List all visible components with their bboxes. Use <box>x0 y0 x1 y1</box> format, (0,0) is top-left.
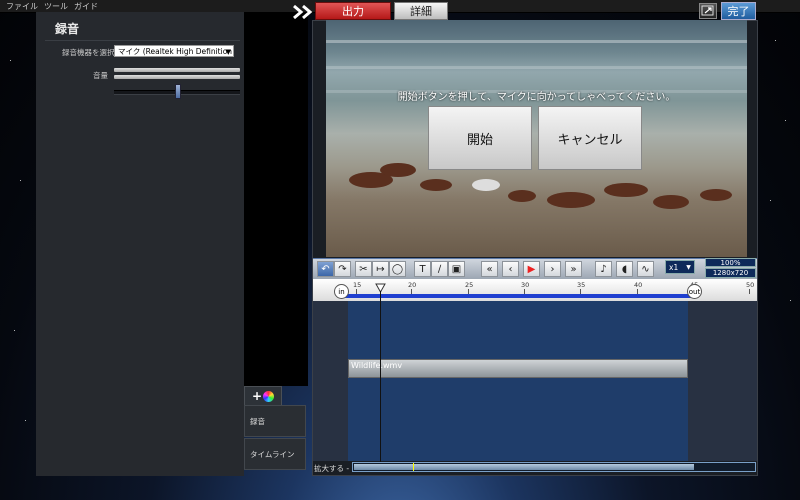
start-button[interactable]: 開始 <box>428 106 532 170</box>
ruler-tick-label: 40 <box>634 281 643 289</box>
undo-icon[interactable]: ↶ <box>317 261 334 277</box>
chevron-down-icon: ▼ <box>686 263 691 271</box>
ruler-tick-label: 35 <box>577 281 586 289</box>
recording-panel-title: 録音 <box>55 22 80 36</box>
device-select[interactable]: マイク (Realtek High Definition Au ▼ <box>114 45 234 57</box>
ruler-tick-label: 30 <box>521 281 530 289</box>
menu-guide[interactable]: ガイド <box>74 1 98 12</box>
scrollbar-position-marker <box>413 463 414 471</box>
collapse-panel-icon[interactable] <box>292 4 314 20</box>
ruler-tick-label: 15 <box>353 281 362 289</box>
next-frame-icon[interactable]: › <box>544 261 561 277</box>
chevron-down-icon: ▼ <box>225 48 231 56</box>
volume-meter-left <box>114 68 240 72</box>
shape-icon[interactable]: ◯ <box>389 261 406 277</box>
cancel-button[interactable]: キャンセル <box>538 106 642 170</box>
ruler-tick-label: 50 <box>746 281 755 289</box>
zoom-in-label[interactable]: 拡大する - <box>314 463 349 474</box>
volume-label: 音量 <box>93 71 108 80</box>
text-icon[interactable]: T <box>414 261 431 277</box>
trim-icon[interactable]: ↦ <box>372 261 389 277</box>
ruler-tick-label: 25 <box>465 281 474 289</box>
volume-slider-thumb[interactable] <box>175 84 181 99</box>
resolution-value: 1280x720 <box>712 269 749 277</box>
device-select-value: マイク (Realtek High Definition Au <box>118 47 234 56</box>
timeline-scrollbar[interactable] <box>352 462 756 472</box>
zoom-select[interactable]: 100% <box>705 258 756 267</box>
tab-recording-label: 録音 <box>250 416 265 426</box>
volume-meter-right <box>114 75 240 79</box>
tab-detail[interactable]: 詳細 <box>394 2 448 20</box>
speed-value: x1 <box>669 262 679 272</box>
media-list-area <box>244 12 308 386</box>
tab-timeline[interactable]: タイムライン <box>244 438 306 470</box>
recording-panel <box>36 12 244 476</box>
zoom-value: 100% <box>720 258 741 267</box>
split-icon[interactable]: ✂ <box>355 261 372 277</box>
video-preview <box>326 20 747 257</box>
selection-range-bar <box>340 294 695 298</box>
screenshot-icon[interactable]: ▣ <box>448 261 465 277</box>
play-icon[interactable]: ▶ <box>523 261 540 277</box>
clip-name: Wildlife.wmv <box>351 361 403 370</box>
tab-output[interactable]: 出力 <box>315 2 391 20</box>
menu-tools[interactable]: ツール <box>44 1 68 12</box>
horses-image <box>349 163 732 209</box>
recording-prompt: 開始ボタンを押して、マイクに向かってしゃべってください。 <box>397 92 676 103</box>
resolution-select[interactable]: 1280x720 <box>705 268 756 278</box>
rewind-icon[interactable]: « <box>481 261 498 277</box>
playhead-line[interactable] <box>380 291 381 466</box>
ruler-tick-label: 20 <box>408 281 417 289</box>
fast-forward-icon[interactable]: » <box>565 261 582 277</box>
tab-recording[interactable]: 録音 <box>244 405 306 437</box>
device-label: 録音機器を選択 <box>62 48 115 57</box>
tab-timeline-label: タイムライン <box>250 449 295 459</box>
speed-select[interactable]: x1 ▼ <box>665 260 695 274</box>
export-icon[interactable] <box>699 3 717 19</box>
menu-file[interactable]: ファイル <box>6 1 38 12</box>
video-clip[interactable]: Wildlife.wmv <box>348 359 688 378</box>
redo-icon[interactable]: ↷ <box>334 261 351 277</box>
plus-icon: + <box>251 389 263 403</box>
out-marker[interactable]: out <box>687 284 702 299</box>
pen-icon[interactable]: ∕ <box>431 261 448 277</box>
in-marker[interactable]: in <box>334 284 349 299</box>
add-effect-button[interactable]: + <box>244 386 282 405</box>
done-button[interactable]: 完了 <box>721 2 756 20</box>
waveform-icon[interactable]: ∿ <box>637 261 654 277</box>
microphone-icon[interactable]: ♪ <box>595 261 612 277</box>
scrollbar-thumb[interactable] <box>354 464 694 470</box>
timeline-selected-region <box>348 301 688 461</box>
volume-icon[interactable]: ◖ <box>616 261 633 277</box>
color-wheel-icon <box>263 390 275 402</box>
panel-divider <box>45 40 240 41</box>
previous-frame-icon[interactable]: ‹ <box>502 261 519 277</box>
